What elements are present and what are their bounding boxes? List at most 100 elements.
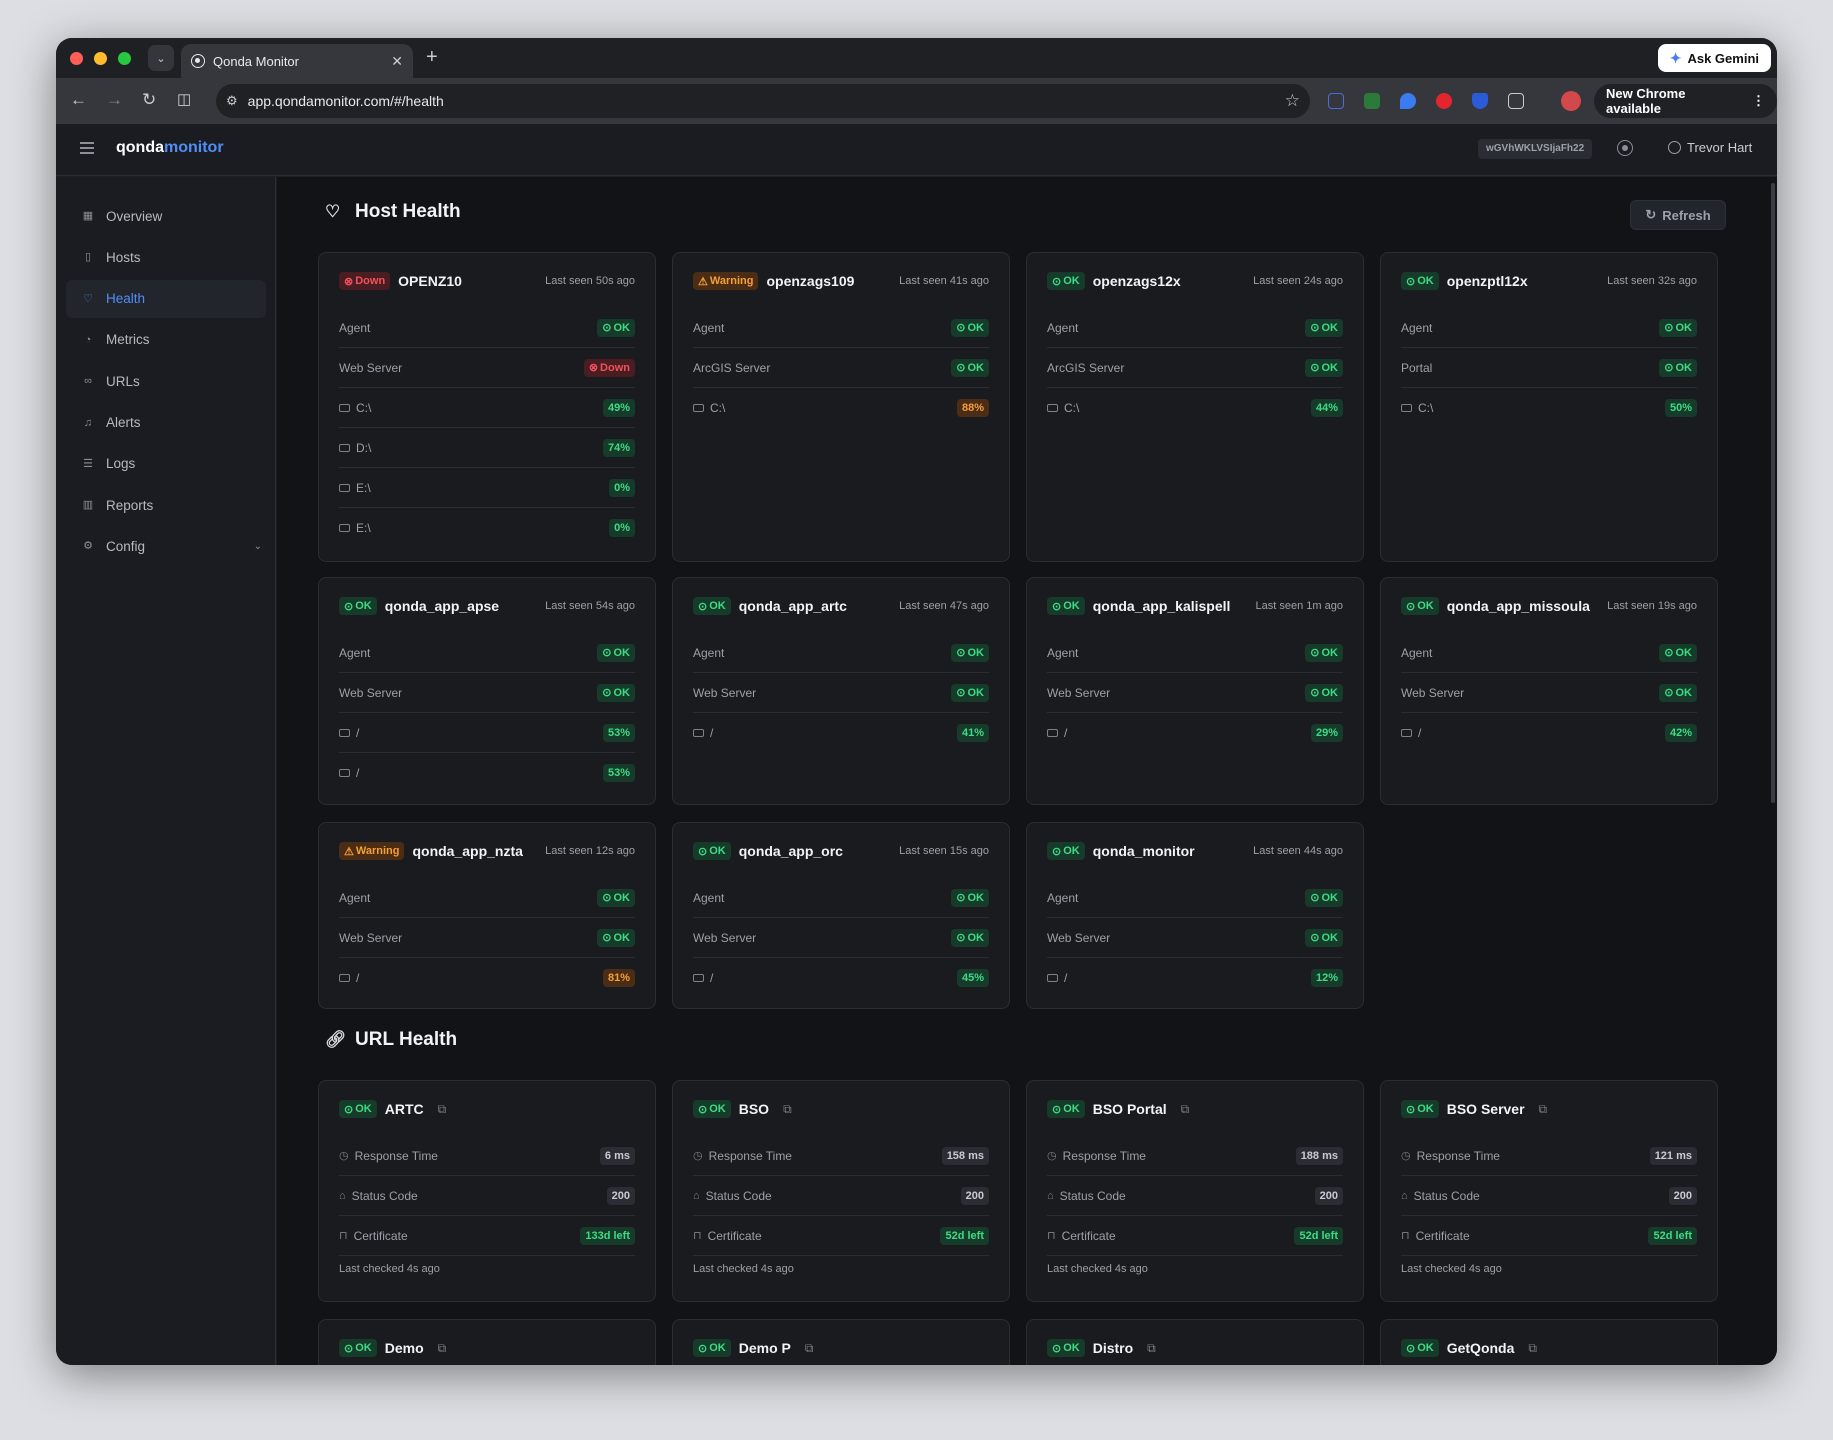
reload-icon[interactable]: ↻ xyxy=(142,90,156,110)
sidebar-item-urls[interactable]: ∞ URLs xyxy=(66,362,266,400)
status-badge-text: Warning xyxy=(355,845,400,857)
bookmark-star-icon[interactable]: ☆ xyxy=(1285,91,1300,111)
status-badge: ⚠ Warning xyxy=(339,842,405,860)
host-card[interactable]: ⊙ OK qonda_monitor Last seen 44s ago Agent ⊙ O… xyxy=(1026,822,1364,1009)
sidebar-item-alerts[interactable]: ♫ Alerts xyxy=(66,404,266,442)
sidebar-item-metrics[interactable]: ◔ Metrics xyxy=(66,321,266,359)
close-window-button[interactable] xyxy=(70,52,83,65)
maximize-window-button[interactable] xyxy=(118,52,131,65)
external-link-icon[interactable]: ⧉ xyxy=(783,1102,792,1117)
url-card[interactable]: ⊙ OK BSO Portal ⧉ ◷ Response Time 188 ms ⌂ Statu… xyxy=(1026,1080,1364,1302)
sidebar-item-config[interactable]: ⚙ Config ⌄ xyxy=(66,527,266,565)
external-link-icon[interactable]: ⧉ xyxy=(1528,1341,1537,1356)
app-logo[interactable]: qondamonitor xyxy=(116,139,224,157)
back-icon[interactable]: ← xyxy=(70,90,87,110)
extension-sheets-icon[interactable] xyxy=(1364,93,1380,109)
status-badge-text: OK xyxy=(613,646,631,659)
check-circle-icon: ⊙ xyxy=(1664,647,1674,659)
host-checks: Agent ⊙ OK Web Server ⊙ OK/42% xyxy=(1401,633,1697,753)
extension-location-icon[interactable] xyxy=(1400,93,1416,109)
extensions-puzzle-icon[interactable] xyxy=(1508,93,1524,109)
check-label: Response Time xyxy=(1062,1148,1146,1163)
host-name: OPENZ10 xyxy=(398,273,462,289)
split-view-icon[interactable]: ◫ xyxy=(177,90,191,110)
host-card[interactable]: ⚠ Warning qonda_app_nzta Last seen 12s ago A… xyxy=(318,822,656,1009)
status-badge-text: OK xyxy=(1417,1103,1434,1115)
hamburger-menu-icon[interactable] xyxy=(80,142,94,154)
sidebar-item-reports[interactable]: ▥ Reports xyxy=(66,486,266,524)
extension-translate-icon[interactable] xyxy=(1328,93,1344,109)
status-badge: ⊙ OK xyxy=(1047,1100,1085,1118)
forward-icon[interactable]: → xyxy=(106,90,123,110)
extension-record-icon[interactable] xyxy=(1436,93,1452,109)
sidebar-item-health[interactable]: ♡ Health xyxy=(66,279,266,318)
sidebar-item-overview[interactable]: ▦ Overview xyxy=(66,197,266,235)
theme-toggle-sun-icon[interactable] xyxy=(1617,140,1633,156)
check-label: Portal xyxy=(1401,360,1433,375)
last-seen: Last seen 12s ago xyxy=(545,845,635,857)
status-badge-text: OK xyxy=(967,646,985,659)
host-card[interactable]: ⊙ OK qonda_app_missoula Last seen 19s ago Ag… xyxy=(1380,577,1718,805)
sidebar-item-hosts[interactable]: ▯ Hosts xyxy=(66,238,266,276)
host-card[interactable]: ⚠ Warning openzags109 Last seen 41s ago Agen… xyxy=(672,252,1010,562)
status-badge-text: 42% xyxy=(1669,727,1692,739)
host-card[interactable]: ⊙ OK openzags12x Last seen 24s ago Agent ⊙ OK A… xyxy=(1026,252,1364,562)
sidebar-item-logs[interactable]: ☰ Logs xyxy=(66,445,266,483)
new-tab-button[interactable]: + xyxy=(426,46,438,69)
address-bar[interactable]: ⚙ app.qondamonitor.com/#/health ☆ xyxy=(216,84,1310,118)
external-link-icon[interactable]: ⧉ xyxy=(1539,1102,1548,1117)
status-badge-text: OK xyxy=(1417,600,1434,612)
check-row: ⊓ Certificate 133d left xyxy=(339,1216,635,1256)
external-link-icon[interactable]: ⧉ xyxy=(1181,1102,1190,1117)
site-settings-icon[interactable]: ⚙ xyxy=(226,93,238,109)
host-card[interactable]: ⊙ OK qonda_app_artc Last seen 47s ago Agent ⊙… xyxy=(672,577,1010,805)
url-card[interactable]: ⊙ OK Demo ⧉ xyxy=(318,1319,656,1365)
user-menu[interactable]: Trevor Hart xyxy=(1668,140,1752,155)
profile-avatar[interactable] xyxy=(1561,91,1581,111)
url-name: Demo P xyxy=(738,1340,791,1356)
url-card[interactable]: ⊙ OK BSO Server ⧉ ◷ Response Time 121 ms ⌂ Statu… xyxy=(1380,1080,1718,1302)
tab-close-icon[interactable]: ✕ xyxy=(391,53,403,70)
external-link-icon[interactable]: ⧉ xyxy=(438,1341,447,1356)
status-badge-text: OK xyxy=(613,891,631,904)
url-card[interactable]: ⊙ OK GetQonda ⧉ xyxy=(1380,1319,1718,1365)
host-card[interactable]: ⊙ OK qonda_app_orc Last seen 15s ago Agent ⊙ O… xyxy=(672,822,1010,1009)
x-circle-icon: ⊗ xyxy=(344,275,354,288)
external-link-icon[interactable]: ⧉ xyxy=(805,1341,814,1356)
url-card[interactable]: ⊙ OK Demo P ⧉ xyxy=(672,1319,1010,1365)
external-link-icon[interactable]: ⧉ xyxy=(1147,1341,1156,1356)
url-card[interactable]: ⊙ OK Distro ⧉ xyxy=(1026,1319,1364,1365)
last-seen: Last seen 15s ago xyxy=(899,845,989,857)
host-card[interactable]: ⊗ Down OPENZ10 Last seen 50s ago Agent ⊙ OK Web… xyxy=(318,252,656,562)
logo-text-accent: monitor xyxy=(164,139,224,156)
check-label: Agent xyxy=(1401,320,1433,335)
main-content: ♡ Host Health ↻ Refresh 🔗︎ URL Health ⊗ D… xyxy=(277,177,1777,1365)
last-checked: Last checked 4s ago xyxy=(1401,1263,1502,1275)
disk-icon xyxy=(339,443,350,452)
check-label: Response Time xyxy=(354,1148,438,1163)
check-circle-icon: ⊙ xyxy=(1406,1342,1416,1355)
url-health-heading: 🔗︎ URL Health xyxy=(325,1029,457,1051)
host-card[interactable]: ⊙ OK openzptl12x Last seen 32s ago Agent ⊙ OK P… xyxy=(1380,252,1718,562)
more-options-icon[interactable]: ⋮ xyxy=(1752,93,1765,109)
browser-toolbar: ← → ↻ ◫ ⚙ app.qondamonitor.com/#/health … xyxy=(56,78,1777,124)
host-card[interactable]: ⊙ OK qonda_app_kalispell Last seen 1m ago Ag… xyxy=(1026,577,1364,805)
external-link-icon[interactable]: ⧉ xyxy=(438,1102,447,1117)
scrollbar[interactable] xyxy=(1771,183,1775,803)
host-card[interactable]: ⊙ OK qonda_app_apse Last seen 54s ago Agent ⊙… xyxy=(318,577,656,805)
new-chrome-available-button[interactable]: New Chrome available ⋮ xyxy=(1594,84,1777,118)
url-card[interactable]: ⊙ OK ARTC ⧉ ◷ Response Time 6 ms ⌂ Status Code 20… xyxy=(318,1080,656,1302)
tab-search-button[interactable]: ⌄ xyxy=(148,45,174,71)
ask-gemini-button[interactable]: ✦ Ask Gemini xyxy=(1657,44,1771,72)
browser-tab[interactable]: Qonda Monitor ✕ xyxy=(181,44,413,78)
refresh-button[interactable]: ↻ Refresh xyxy=(1630,200,1726,230)
api-token-badge[interactable]: wGVhWKLVSIjaFh22 xyxy=(1478,139,1593,159)
extension-shield-icon[interactable] xyxy=(1472,93,1488,109)
minimize-window-button[interactable] xyxy=(94,52,107,65)
status-badge-text: OK xyxy=(1321,646,1339,659)
grid-icon: ▦ xyxy=(82,210,94,222)
check-circle-icon: ⊙ xyxy=(698,845,708,858)
chevron-down-icon[interactable]: ⌄ xyxy=(254,541,262,552)
check-row: Web Server ⊙ OK xyxy=(339,918,635,958)
url-card[interactable]: ⊙ OK BSO ⧉ ◷ Response Time 158 ms ⌂ Status Code 2… xyxy=(672,1080,1010,1302)
